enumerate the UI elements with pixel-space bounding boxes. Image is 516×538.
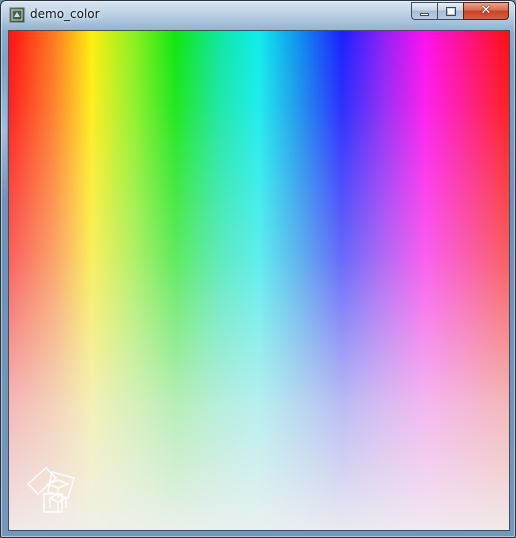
color-canvas[interactable] [8,30,510,531]
app-window: demo_color ✕ [0,0,516,538]
cube-logo-icon [26,466,75,513]
maximize-icon [446,7,456,16]
maximize-button[interactable] [437,2,463,20]
close-icon: ✕ [480,3,492,18]
titlebar[interactable]: demo_color ✕ [1,1,515,29]
saturation-fade [9,31,509,530]
window-title: demo_color [30,7,100,21]
caption-buttons: ✕ [411,2,509,21]
frame-highlight [1,61,7,201]
minimize-button[interactable] [411,2,437,20]
close-button[interactable]: ✕ [463,2,509,20]
minimize-icon [420,13,429,16]
app-icon[interactable] [9,7,25,23]
